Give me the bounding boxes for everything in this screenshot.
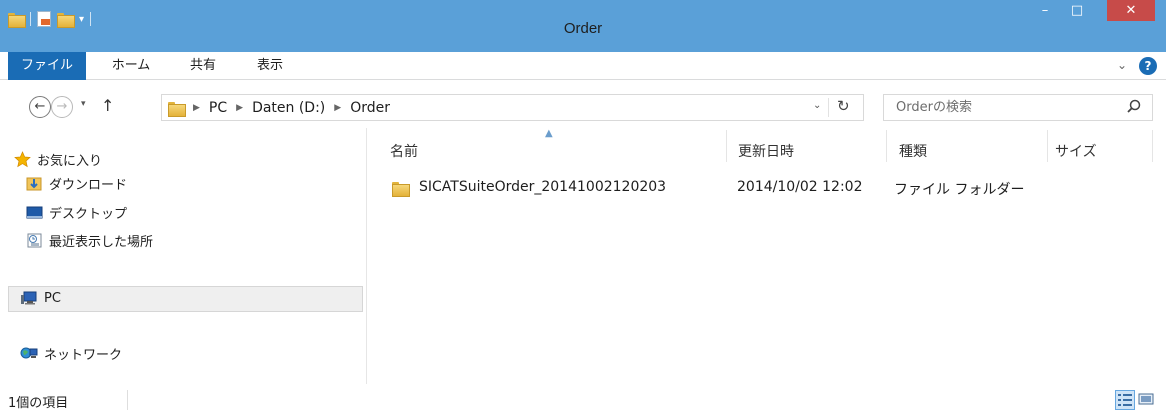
tab-view[interactable]: 表示 — [243, 52, 297, 80]
item-count: 1個の項目 — [8, 396, 69, 411]
close-button[interactable]: ✕ — [1107, 0, 1155, 21]
tab-file[interactable]: ファイル — [8, 52, 86, 80]
search-icon[interactable] — [1124, 97, 1144, 117]
folder-icon — [392, 181, 410, 197]
breadcrumb-drive[interactable]: Daten (D:) — [252, 100, 325, 116]
column-header-size[interactable]: サイズ — [1055, 141, 1097, 181]
details-view-icon — [1118, 394, 1132, 406]
nav-item-label: 最近表示した場所 — [49, 235, 154, 250]
column-separator[interactable] — [886, 130, 887, 162]
maximize-button[interactable]: □ — [1063, 0, 1091, 21]
nav-item-label: PC — [44, 291, 61, 306]
tab-home[interactable]: ホーム — [98, 52, 164, 80]
navigation-pane: お気に入り ダウンロード デスクトップ 最近表示した場所 PC ネットワーク — [0, 128, 367, 384]
ribbon-tabs: ファイル ホーム 共有 表示 ⌄ ? — [0, 52, 1166, 80]
nav-item-network[interactable]: ネットワーク — [20, 344, 122, 363]
large-icons-view-icon — [1138, 393, 1154, 405]
large-icons-view-button[interactable] — [1137, 390, 1157, 410]
status-bar: 1個の項目 — [0, 384, 1166, 416]
nav-item-pc-content[interactable]: PC — [20, 290, 61, 307]
title-bar: ▾ Order – □ ✕ — [0, 0, 1166, 52]
file-name[interactable]: SICATSuiteOrder_20141002120203 — [419, 179, 666, 195]
recent-places-icon — [27, 233, 42, 248]
breadcrumb-separator[interactable]: ▶ — [236, 103, 243, 113]
nav-item-label: ダウンロード — [49, 178, 128, 193]
column-separator[interactable] — [1152, 130, 1153, 162]
nav-item-downloads[interactable]: ダウンロード — [26, 174, 127, 193]
breadcrumb: ▶ PC ▶ Daten (D:) ▶ Order — [168, 95, 390, 120]
desktop-icon — [26, 206, 43, 219]
nav-item-label: ネットワーク — [44, 348, 123, 363]
details-view-button[interactable] — [1115, 390, 1135, 410]
tab-share[interactable]: 共有 — [176, 52, 230, 80]
column-separator[interactable] — [1047, 130, 1048, 162]
file-type: ファイル フォルダー — [894, 182, 1025, 198]
star-icon — [14, 151, 31, 168]
separator — [828, 98, 829, 117]
minimize-button[interactable]: – — [1031, 0, 1059, 21]
nav-favorites[interactable]: お気に入り — [14, 150, 102, 169]
downloads-folder-icon — [26, 177, 42, 191]
back-button[interactable]: ← — [29, 96, 51, 118]
network-icon — [20, 347, 38, 359]
refresh-button[interactable]: ↻ — [837, 97, 850, 115]
search-box[interactable] — [883, 94, 1153, 121]
search-input[interactable] — [896, 98, 1116, 117]
nav-item-desktop[interactable]: デスクトップ — [26, 203, 127, 222]
address-bar[interactable]: ▶ PC ▶ Daten (D:) ▶ Order ⌄ ↻ — [161, 94, 864, 121]
help-icon[interactable]: ? — [1139, 57, 1157, 75]
nav-item-recent-places[interactable]: 最近表示した場所 — [26, 231, 153, 250]
sort-indicator: ▲ — [545, 128, 553, 139]
window-title: Order — [563, 20, 603, 37]
up-button[interactable]: ↑ — [101, 96, 114, 115]
breadcrumb-order[interactable]: Order — [350, 100, 390, 116]
nav-item-pc[interactable] — [8, 286, 363, 312]
expand-ribbon-button[interactable]: ⌄ — [1117, 58, 1127, 72]
address-history-button[interactable]: ⌄ — [813, 100, 821, 111]
recent-locations-button[interactable]: ▾ — [81, 99, 86, 109]
nav-favorites-label: お気に入り — [37, 154, 103, 169]
folder-icon — [168, 101, 186, 117]
separator — [127, 390, 128, 410]
breadcrumb-separator[interactable]: ▶ — [334, 103, 341, 113]
forward-button[interactable]: → — [51, 96, 73, 118]
computer-icon — [21, 291, 37, 305]
column-header-type[interactable]: 種類 — [899, 141, 927, 181]
breadcrumb-separator[interactable]: ▶ — [193, 103, 200, 113]
file-modified: 2014/10/02 12:02 — [737, 179, 863, 195]
column-separator[interactable] — [726, 130, 727, 162]
nav-item-label: デスクトップ — [49, 207, 128, 222]
breadcrumb-pc[interactable]: PC — [209, 100, 227, 116]
